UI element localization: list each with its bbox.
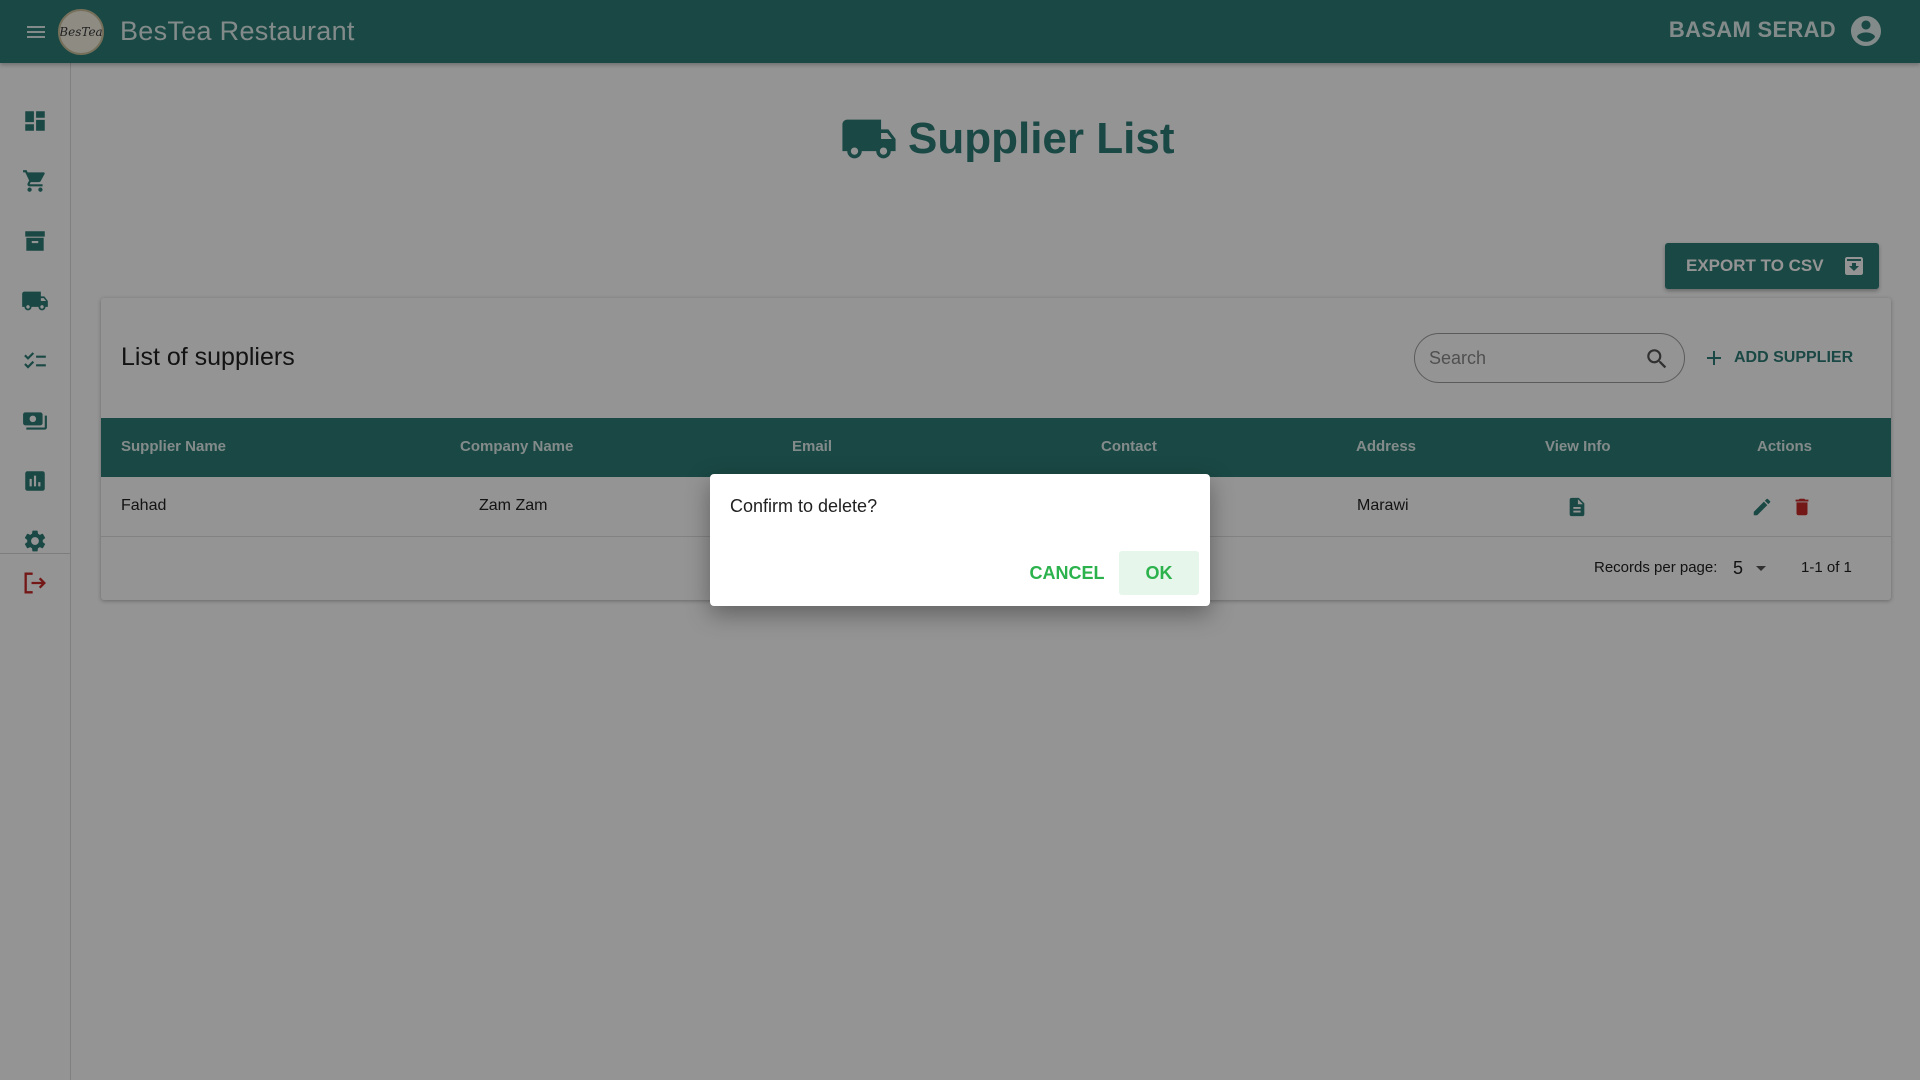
dialog-message: Confirm to delete? [730, 496, 878, 516]
confirm-delete-dialog: Confirm to delete? CANCEL OK [710, 474, 1210, 606]
cancel-button[interactable]: CANCEL [1027, 551, 1107, 595]
ok-button[interactable]: OK [1119, 551, 1199, 595]
